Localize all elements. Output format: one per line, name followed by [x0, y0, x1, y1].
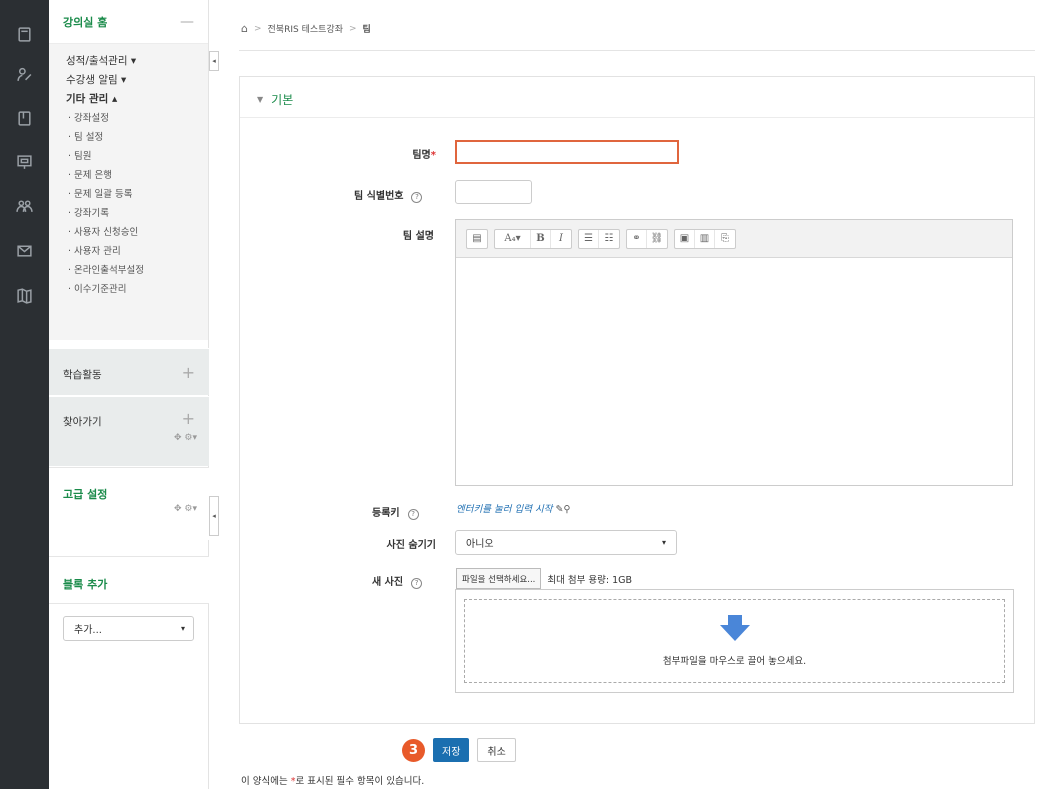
caret-down-icon: ▼ — [257, 95, 264, 104]
block-goto: 찾아가기 + ✥ ⚙▾ — [49, 396, 209, 466]
editor-toolbar: ▤ A₄▾ B I ☰ ☷ ⚭ ⛓ ▣ ▥ ⎘ — [456, 220, 1012, 258]
team-form: ▼ 기본 팀명* 팀 식별번호? 팀 설명 ▤ A₄▾ B I ☰ ☷ ⚭ ⛓ ▣ ▥ ⎘ … — [239, 76, 1035, 724]
media-icon[interactable]: ▥ — [695, 229, 715, 248]
document-icon[interactable] — [12, 22, 36, 46]
book-icon[interactable] — [12, 106, 36, 130]
help-icon[interactable]: ? — [411, 192, 423, 203]
toolbar-toggle-icon[interactable]: ▤ — [467, 230, 487, 248]
sidebar-menu-item[interactable]: · 팀원 — [49, 147, 208, 166]
collapse-sidebar-handle[interactable]: ◂ — [209, 496, 219, 536]
sidebar-menu-item[interactable]: 성적/출석관리 ▾ — [49, 52, 208, 71]
sidebar-menu-item[interactable]: · 강좌기록 — [49, 204, 208, 223]
file-drop-zone[interactable]: 첨부파일을 마우스로 끌어 놓으세요. — [455, 589, 1014, 693]
collapse-home-toggle[interactable]: — — [180, 14, 194, 30]
link-icon[interactable]: ⚭ — [627, 229, 647, 248]
sidebar-home-link[interactable]: 강의실 홈 — [63, 14, 107, 30]
font-style-icon[interactable]: A₄▾ — [495, 229, 531, 248]
divider — [239, 50, 1035, 51]
section-title: 기본 — [271, 93, 294, 107]
save-button[interactable]: 저장 — [433, 738, 470, 762]
breadcrumb-current: 팀 — [362, 25, 371, 35]
team-description-label: 팀 설명 — [402, 231, 434, 242]
advanced-settings-link[interactable]: 고급 설정 — [63, 486, 107, 502]
required-fields-note: 이 양식에는 *로 표시된 필수 항목이 있습니다. — [241, 776, 425, 787]
sidebar-menu-item[interactable]: · 문제 은행 — [49, 166, 208, 185]
chevron-down-icon: ▾ — [180, 624, 185, 633]
add-block-select[interactable]: 추가... ▾ — [63, 616, 194, 641]
divider — [240, 117, 1034, 118]
file-picker: 파일을 선택하세요... 최대 첨부 용량: 1GB — [456, 568, 632, 589]
home-icon[interactable]: ⌂ — [241, 22, 248, 35]
hide-photo-value: 아니오 — [466, 539, 494, 550]
block-advanced-settings: 고급 설정 ✥ ⚙▾ — [49, 467, 209, 540]
sidebar-menu: 성적/출석관리 ▾ 수강생 알림 ▾ 기타 관리 ▴ · 강좌설정 · 팀 설정 · 팀원… — [49, 44, 208, 340]
team-id-input[interactable] — [455, 180, 532, 204]
map-icon[interactable] — [12, 283, 36, 307]
team-name-label: 팀명* — [412, 150, 436, 161]
hide-photo-select[interactable]: 아니오 ▾ — [455, 530, 677, 555]
sidebar-menu-item[interactable]: · 사용자 관리 — [49, 242, 208, 261]
file-manager-icon[interactable]: ⎘ — [715, 230, 735, 248]
arrow-down-icon — [719, 615, 750, 641]
enrolment-key-link[interactable]: 엔터키를 눌러 입력 시작 ✎⚲ — [456, 501, 570, 515]
expand-plus-icon[interactable]: + — [182, 409, 195, 428]
breadcrumb-separator: > — [348, 23, 357, 34]
image-icon[interactable]: ▣ — [675, 229, 695, 248]
hide-photo-label: 사진 숨기기 — [386, 540, 436, 551]
cancel-button[interactable]: 취소 — [477, 738, 516, 762]
new-photo-label: 새 사진? — [350, 573, 450, 589]
breadcrumb: ⌂ > 전북RIS 테스트강좌 > 팀 — [241, 22, 371, 35]
choose-file-button[interactable]: 파일을 선택하세요... — [456, 568, 542, 589]
team-id-label: 팀 식별번호? — [350, 187, 450, 203]
form-actions: 3 저장 취소 — [402, 738, 516, 762]
help-icon[interactable]: ? — [411, 578, 423, 589]
enrolment-key-label: 등록키? — [350, 504, 450, 520]
course-sidebar: 강의실 홈 — 성적/출석관리 ▾ 수강생 알림 ▾ 기타 관리 ▴ · 강좌설정 · … — [49, 0, 209, 789]
chevron-down-icon: ▾ — [661, 538, 666, 547]
block-title[interactable]: 학습활동 — [63, 367, 102, 382]
editor-text-area[interactable] — [456, 258, 1012, 485]
breadcrumb-course[interactable]: 전북RIS 테스트강좌 — [268, 22, 343, 35]
rich-text-editor: ▤ A₄▾ B I ☰ ☷ ⚭ ⛓ ▣ ▥ ⎘ — [455, 219, 1013, 486]
sidebar-menu-item[interactable]: · 문제 일괄 등록 — [49, 185, 208, 204]
icon-rail — [0, 0, 49, 789]
collapse-sidebar-handle[interactable]: ◂ — [209, 51, 219, 71]
bold-icon[interactable]: B — [531, 229, 551, 248]
breadcrumb-separator: > — [253, 23, 262, 34]
sidebar-home-header: 강의실 홈 — — [49, 0, 208, 44]
expand-plus-icon[interactable]: + — [182, 363, 195, 382]
max-size-text: 최대 첨부 용량: 1GB — [547, 574, 632, 586]
add-block-title: 블록 추가 — [63, 578, 108, 591]
presentation-icon[interactable] — [12, 150, 36, 174]
block-learning-activities: 학습활동 + — [49, 348, 209, 395]
users-edit-icon[interactable] — [12, 62, 36, 86]
required-mark: * — [430, 150, 436, 161]
numbered-list-icon[interactable]: ☷ — [599, 230, 619, 248]
block-add-block: 블록 추가 — [49, 556, 209, 604]
bullet-list-icon[interactable]: ☰ — [579, 229, 599, 248]
add-block-select-value: 추가... — [74, 625, 102, 636]
italic-icon[interactable]: I — [551, 230, 571, 248]
sidebar-menu-item[interactable]: · 강좌설정 — [49, 109, 208, 128]
block-controls-icon[interactable]: ✥ ⚙▾ — [174, 504, 197, 514]
group-icon[interactable] — [12, 194, 36, 218]
block-controls-icon[interactable]: ✥ ⚙▾ — [174, 433, 197, 443]
sidebar-menu-item[interactable]: · 사용자 신청승인 — [49, 223, 208, 242]
drop-zone-text: 첨부파일을 마우스로 끌어 놓으세요. — [662, 656, 807, 667]
team-name-input[interactable] — [455, 140, 679, 164]
step-badge: 3 — [402, 738, 425, 762]
mail-icon[interactable] — [12, 238, 36, 262]
unlink-icon[interactable]: ⛓ — [647, 230, 667, 248]
search-icon: ⚲ — [563, 504, 571, 515]
sidebar-menu-item[interactable]: · 이수기준관리 — [49, 280, 208, 299]
drop-zone-inner: 첨부파일을 마우스로 끌어 놓으세요. — [464, 599, 1005, 683]
sidebar-menu-item[interactable]: · 팀 설정 — [49, 128, 208, 147]
block-title[interactable]: 찾아가기 — [63, 414, 102, 429]
sidebar-menu-item[interactable]: 수강생 알림 ▾ — [49, 71, 208, 90]
section-header-basic[interactable]: ▼ 기본 — [257, 91, 293, 108]
sidebar-menu-item[interactable]: 기타 관리 ▴ — [49, 90, 208, 109]
help-icon[interactable]: ? — [407, 509, 419, 520]
sidebar-menu-item[interactable]: · 온라인출석부설정 — [49, 261, 208, 280]
